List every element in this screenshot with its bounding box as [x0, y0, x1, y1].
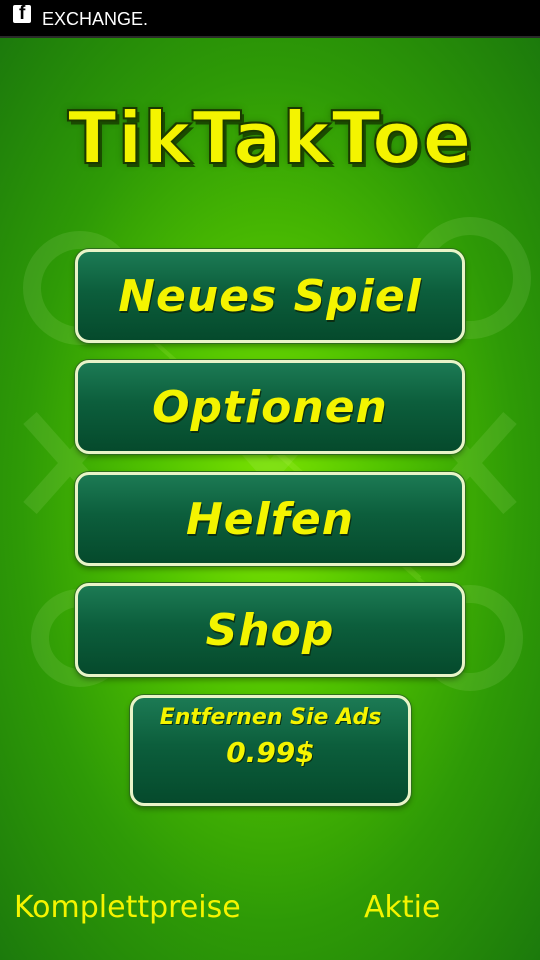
share-link[interactable]: Aktie	[364, 890, 440, 926]
ad-banner-text: EXCHANGE.	[42, 9, 149, 29]
game-screen: TikTakToe Neues Spiel Optionen Helfen Sh…	[0, 38, 540, 960]
options-label: Optionen	[152, 381, 388, 433]
options-button[interactable]: Optionen	[75, 360, 465, 454]
ad-banner[interactable]: f EXCHANGE.	[0, 0, 540, 38]
new-game-button[interactable]: Neues Spiel	[75, 249, 465, 343]
new-game-label: Neues Spiel	[118, 270, 422, 322]
shop-button[interactable]: Shop	[75, 583, 465, 677]
shop-label: Shop	[205, 604, 335, 656]
help-button[interactable]: Helfen	[75, 472, 465, 566]
complete-prices-link[interactable]: Komplettpreise	[14, 890, 241, 926]
facebook-icon: f	[13, 3, 31, 24]
remove-ads-price: 0.99$	[226, 736, 315, 769]
game-title: TikTakToe	[67, 95, 473, 181]
remove-ads-label: Entfernen Sie Ads	[159, 705, 382, 730]
help-label: Helfen	[185, 493, 355, 545]
remove-ads-button[interactable]: Entfernen Sie Ads 0.99$	[130, 695, 411, 806]
